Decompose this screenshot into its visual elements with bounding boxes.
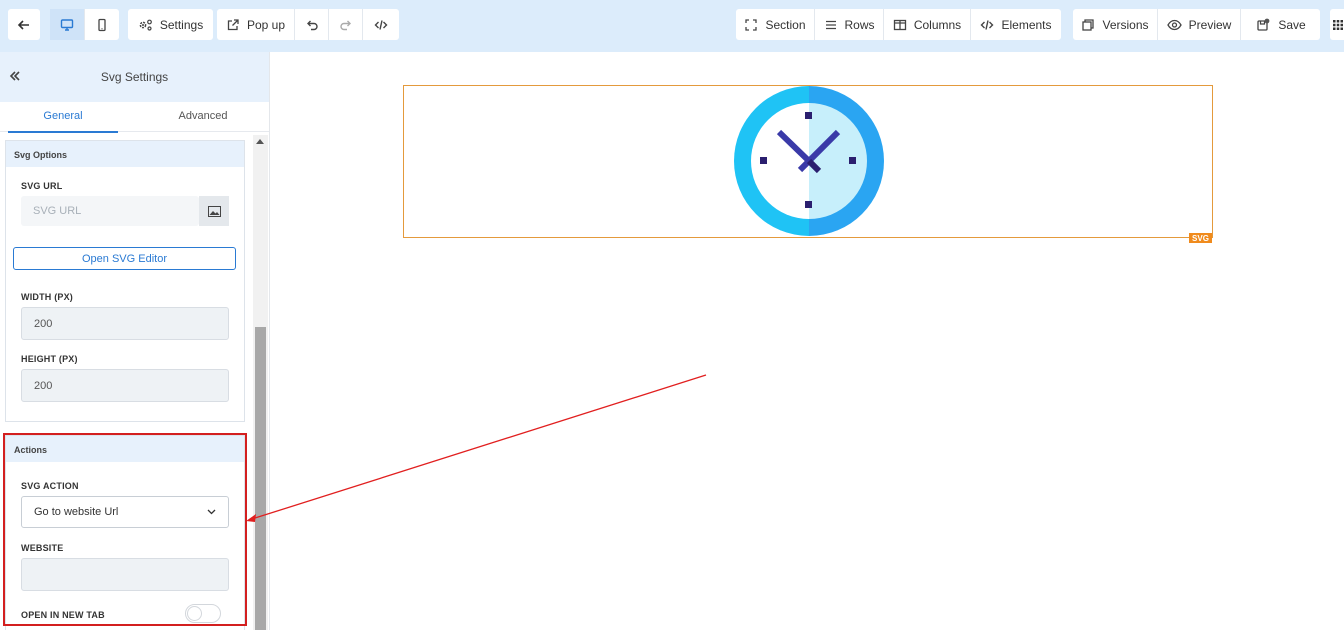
annotation-arrow (246, 374, 707, 522)
